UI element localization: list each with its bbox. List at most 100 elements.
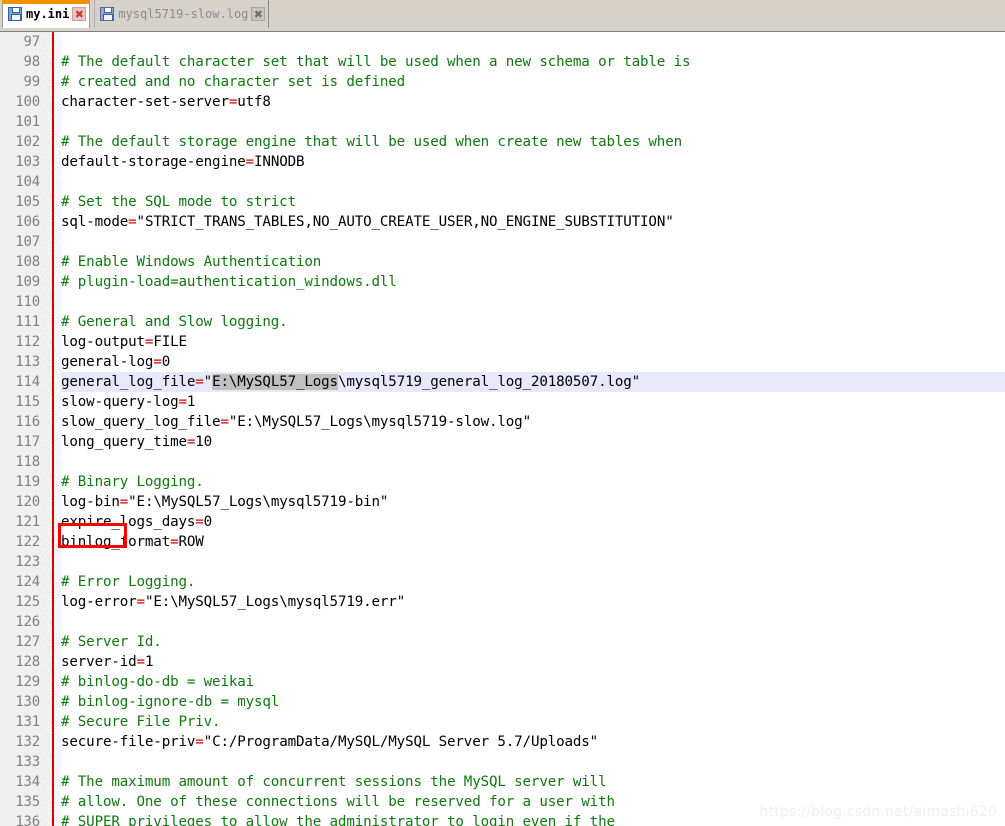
tab-label: my.ini: [26, 7, 70, 21]
code-token: "E:\MySQL57_Logs\mysql5719-slow.log": [228, 414, 531, 430]
line-number: 105: [15, 194, 40, 210]
code-line[interactable]: 124 # Error Logging.: [0, 572, 1005, 592]
line-number: 132: [15, 734, 40, 750]
code-text: log-output=FILE: [61, 332, 187, 352]
code-line[interactable]: 104: [0, 172, 1005, 192]
code-line[interactable]: 112 log-output=FILE: [0, 332, 1005, 352]
code-editor[interactable]: 97 98 # The default character set that wil…: [0, 32, 1005, 826]
code-line[interactable]: 118: [0, 452, 1005, 472]
code-text: general_log_file="E:\MySQL57_Logs\mysql5…: [61, 372, 640, 392]
code-token: binlog_format: [61, 534, 171, 550]
comment-token: # The default storage engine that will b…: [61, 134, 682, 150]
line-number: 110: [15, 294, 40, 310]
code-line[interactable]: 130 # binlog-ignore-db = mysql: [0, 692, 1005, 712]
code-line[interactable]: 106 sql-mode="STRICT_TRANS_TABLES,NO_AUTO…: [0, 212, 1005, 232]
code-line[interactable]: 101: [0, 112, 1005, 132]
code-text: # plugin-load=authentication_windows.dll: [61, 272, 397, 292]
code-token: 10: [195, 434, 213, 450]
code-line[interactable]: 133: [0, 752, 1005, 772]
code-token: INNODB: [254, 154, 305, 170]
code-line[interactable]: 125 log-error="E:\MySQL57_Logs\mysql5719.…: [0, 592, 1005, 612]
code-text: # Binary Logging.: [61, 472, 204, 492]
line-number: 117: [15, 434, 40, 450]
line-number: 120: [15, 494, 40, 510]
operator-token: =: [195, 514, 204, 530]
code-line[interactable]: 114 general_log_file="E:\MySQL57_Logs\mys…: [0, 372, 1005, 392]
code-line[interactable]: 120 log-bin="E:\MySQL57_Logs\mysql5719-bi…: [0, 492, 1005, 512]
code-line[interactable]: 111 # General and Slow logging.: [0, 312, 1005, 332]
operator-token: =: [170, 534, 179, 550]
code-line[interactable]: 108 # Enable Windows Authentication: [0, 252, 1005, 272]
code-token: "STRICT_TRANS_TABLES,NO_AUTO_CREATE_USER…: [136, 214, 674, 230]
line-number: 130: [15, 694, 40, 710]
code-line[interactable]: 100 character-set-server=utf8: [0, 92, 1005, 112]
line-number: 136: [15, 814, 40, 826]
code-line[interactable]: 103 default-storage-engine=INNODB: [0, 152, 1005, 172]
code-line[interactable]: 97: [0, 32, 1005, 52]
code-line[interactable]: 134 # The maximum amount of concurrent se…: [0, 772, 1005, 792]
close-icon[interactable]: ✖: [251, 7, 266, 21]
code-token: sql-mode: [61, 214, 129, 230]
code-lines[interactable]: 97 98 # The default character set that wil…: [0, 32, 1005, 826]
code-text: # General and Slow logging.: [61, 312, 288, 332]
comment-token: # created and no character set is define…: [61, 74, 406, 90]
code-line[interactable]: 109 # plugin-load=authentication_windows.…: [0, 272, 1005, 292]
code-line[interactable]: 129 # binlog-do-db = weikai: [0, 672, 1005, 692]
code-line[interactable]: 110: [0, 292, 1005, 312]
code-line[interactable]: 126: [0, 612, 1005, 632]
line-number: 101: [15, 114, 40, 130]
code-line[interactable]: 127 # Server Id.: [0, 632, 1005, 652]
comment-token: # binlog-ignore-db = mysql: [61, 694, 280, 710]
code-text: server-id=1: [61, 652, 154, 672]
code-token: ": [203, 374, 213, 390]
code-token: ROW: [178, 534, 204, 550]
comment-token: # General and Slow logging.: [61, 314, 288, 330]
code-text: # binlog-ignore-db = mysql: [61, 692, 279, 712]
line-number: 128: [15, 654, 40, 670]
code-line[interactable]: 115 slow-query-log=1: [0, 392, 1005, 412]
comment-token: # allow. One of these connections will b…: [61, 794, 615, 810]
operator-token: =: [195, 734, 204, 750]
code-line[interactable]: 99 # created and no character set is defi…: [0, 72, 1005, 92]
code-line[interactable]: 117 long_query_time=10: [0, 432, 1005, 452]
line-number: 122: [15, 534, 40, 550]
code-line[interactable]: 123: [0, 552, 1005, 572]
code-text: default-storage-engine=INNODB: [61, 152, 305, 172]
code-text: # Set the SQL mode to strict: [61, 192, 296, 212]
code-token: log-output: [61, 334, 145, 350]
code-line[interactable]: 131 # Secure File Priv.: [0, 712, 1005, 732]
code-line[interactable]: 132 secure-file-priv="C:/ProgramData/MySQ…: [0, 732, 1005, 752]
tab-my-ini[interactable]: my.ini ✖: [1, 0, 91, 28]
line-number: 115: [15, 394, 40, 410]
code-line[interactable]: 98 # The default character set that will …: [0, 52, 1005, 72]
code-line[interactable]: 107: [0, 232, 1005, 252]
code-line[interactable]: 119 # Binary Logging.: [0, 472, 1005, 492]
code-token: 1: [144, 654, 154, 670]
code-line[interactable]: 121 expire_logs_days=0: [0, 512, 1005, 532]
code-text: # Secure File Priv.: [61, 712, 221, 732]
code-token: slow-query-log: [61, 394, 179, 410]
code-token: \mysql5719_general_log_20180507.log": [337, 374, 641, 390]
line-number: 108: [15, 254, 40, 270]
line-number: 126: [15, 614, 40, 630]
code-text: # Error Logging.: [61, 572, 195, 592]
tab-mysql5719-slow-log[interactable]: mysql5719-slow.log ✖: [94, 0, 270, 28]
code-token: utf8: [237, 94, 271, 110]
code-line[interactable]: 102 # The default storage engine that wil…: [0, 132, 1005, 152]
code-text: general-log=0: [61, 352, 170, 372]
code-line[interactable]: 128 server-id=1: [0, 652, 1005, 672]
code-line[interactable]: 113 general-log=0: [0, 352, 1005, 372]
code-line[interactable]: 116 slow_query_log_file="E:\MySQL57_Logs\…: [0, 412, 1005, 432]
code-text: # Enable Windows Authentication: [61, 252, 321, 272]
line-number: 134: [15, 774, 40, 790]
line-number: 113: [15, 354, 40, 370]
close-icon[interactable]: ✖: [72, 7, 87, 21]
line-number: 131: [15, 714, 40, 730]
code-text: binlog_format=ROW: [61, 532, 204, 552]
line-number: 112: [15, 334, 40, 350]
line-number: 104: [15, 174, 40, 190]
code-text: # allow. One of these connections will b…: [61, 792, 615, 812]
line-number: 121: [15, 514, 40, 530]
code-line[interactable]: 105 # Set the SQL mode to strict: [0, 192, 1005, 212]
code-line[interactable]: 122 binlog_format=ROW: [0, 532, 1005, 552]
